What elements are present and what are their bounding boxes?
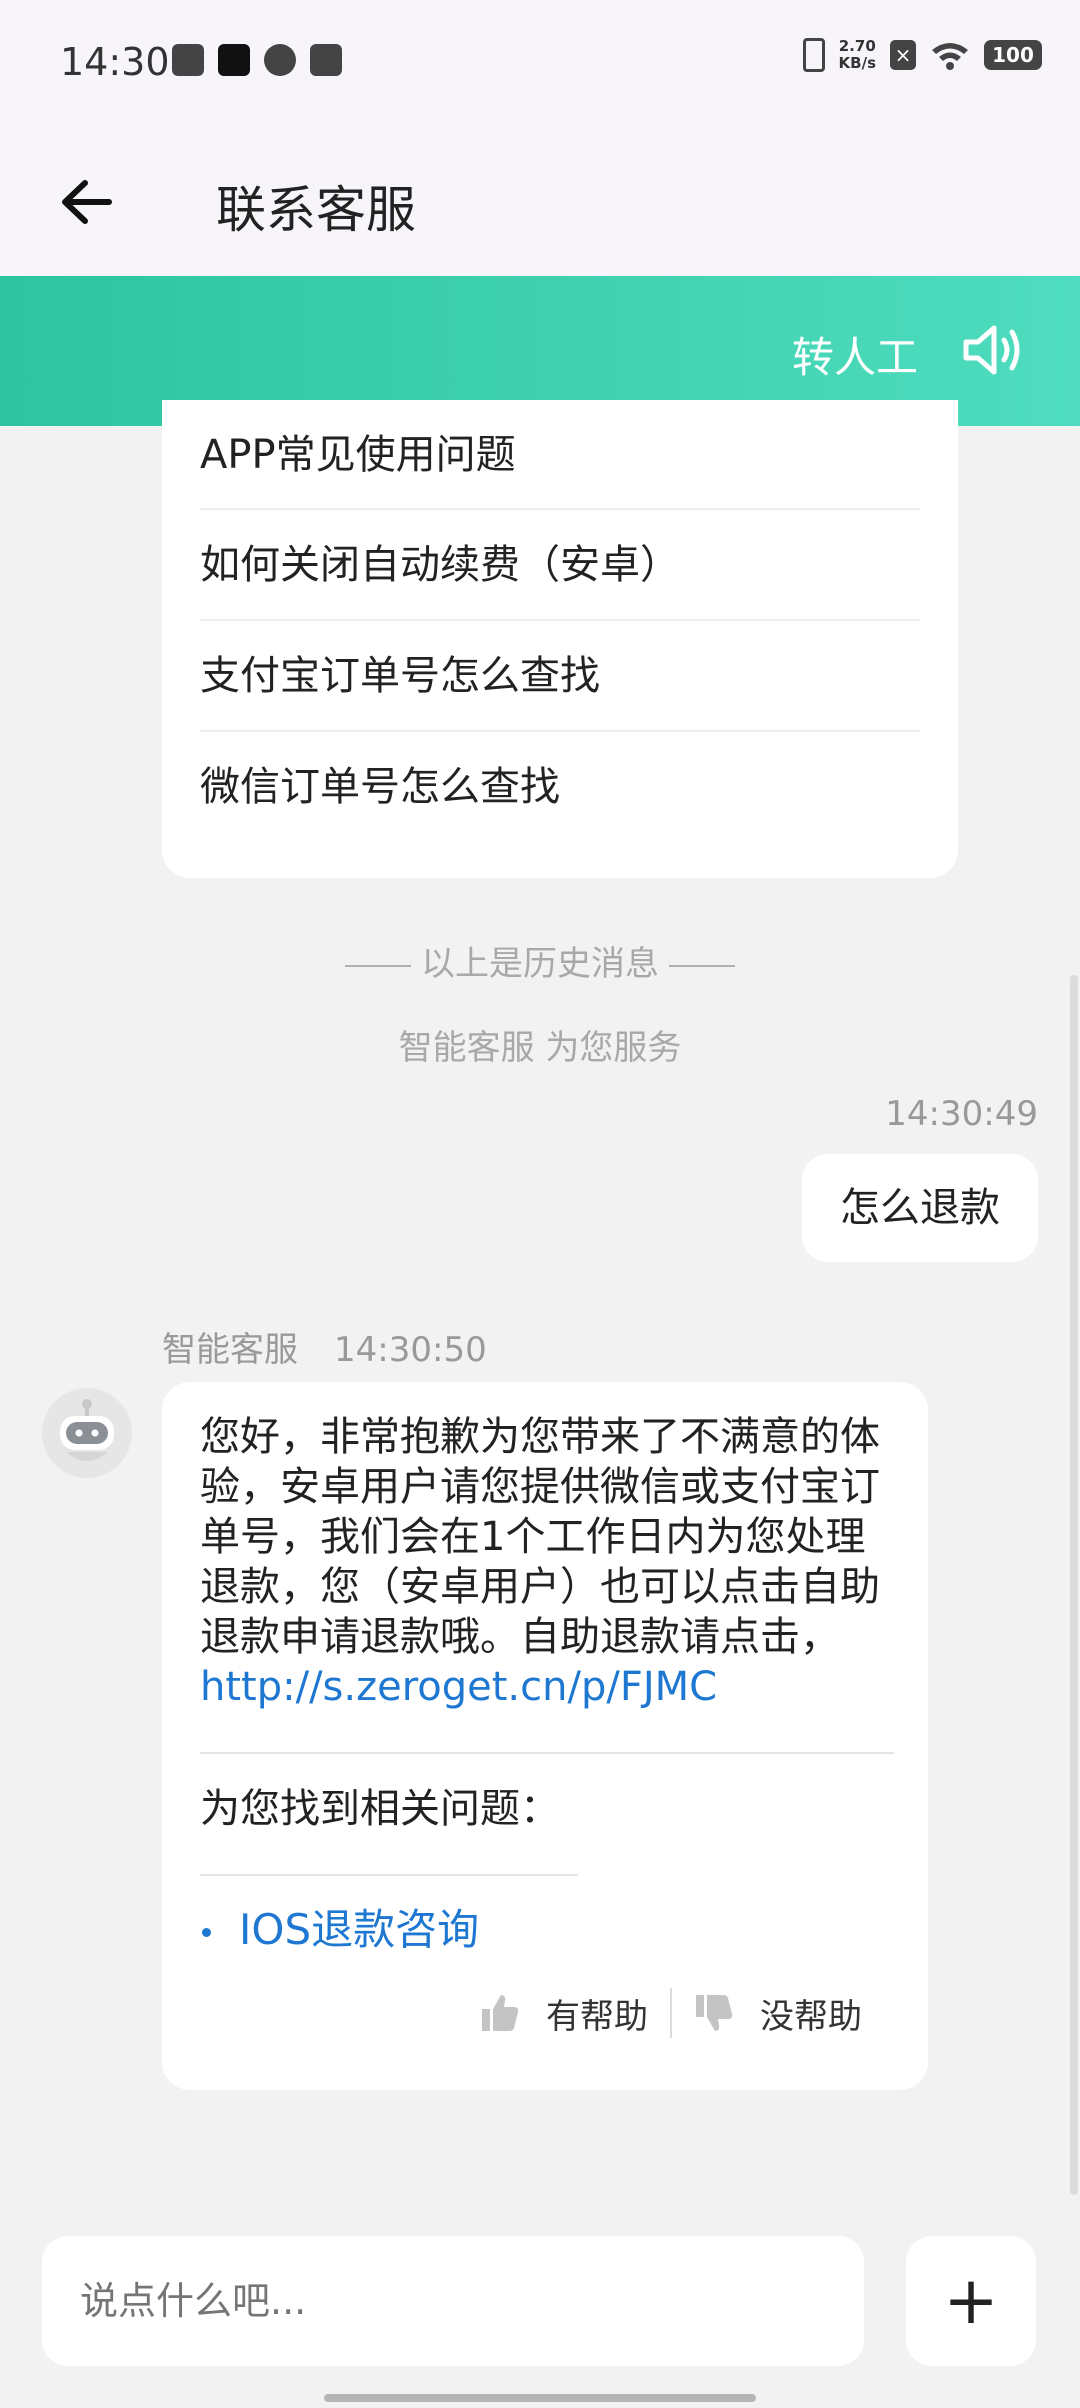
status-bar: 14:30 2.70 KB/s × 100 [0, 0, 1080, 130]
unhelpful-button[interactable]: 没帮助 [694, 1989, 862, 2038]
bot-message-time: 14:30:50 [334, 1330, 487, 1370]
bullet-icon [202, 1928, 211, 1937]
related-question-link[interactable]: IOS退款咨询 [200, 1904, 890, 1956]
net-speed: 2.70 KB/s [838, 37, 876, 72]
message-input[interactable] [42, 2236, 864, 2366]
robot-icon [60, 1399, 114, 1461]
arrow-left-icon [62, 180, 112, 224]
related-title: 为您找到相关问题： [200, 1786, 560, 1832]
bot-message-meta: 智能客服 14:30:50 [162, 1322, 487, 1371]
status-time: 14:30 [60, 40, 170, 84]
no-sim-icon: × [890, 40, 916, 70]
back-button[interactable] [48, 164, 124, 240]
feedback-divider [670, 1988, 672, 2038]
history-divider: 以上是历史消息 [0, 936, 1080, 985]
divider-line [669, 964, 735, 967]
system-icons: 2.70 KB/s × 100 [802, 37, 1042, 72]
transfer-to-human-button[interactable]: 转人工 [792, 324, 918, 385]
helpful-button[interactable]: 有帮助 [480, 1989, 648, 2038]
tiktok-icon [218, 44, 250, 76]
service-note: 智能客服 为您服务 [398, 1028, 682, 1068]
title-bar: 联系客服 [0, 130, 1080, 276]
bot-message-bubble: 您好，非常抱歉为您带来了不满意的体验，安卓用户请您提供微信或支付宝订单号，我们会… [162, 1382, 928, 2090]
mail-icon [310, 44, 342, 76]
faq-item[interactable]: 如何关闭自动续费（安卓） [200, 510, 920, 621]
clipboard-icon [172, 44, 204, 76]
bot-avatar [42, 1388, 132, 1478]
bot-message-text: 您好，非常抱歉为您带来了不满意的体验，安卓用户请您提供微信或支付宝订单号，我们会… [200, 1414, 880, 1710]
faq-item[interactable]: 微信订单号怎么查找 [200, 732, 920, 843]
bot-sender-name: 智能客服 [162, 1330, 298, 1370]
feedback-bar: 有帮助 没帮助 [480, 1988, 862, 2038]
wifi-icon [932, 43, 968, 70]
page-title: 联系客服 [216, 181, 416, 239]
home-indicator[interactable] [324, 2394, 756, 2402]
thumbs-up-icon [482, 1995, 519, 2031]
user-message-time: 14:30:49 [885, 1094, 1038, 1134]
battery-icon: 100 [984, 40, 1042, 70]
faq-card: APP常见使用问题 如何关闭自动续费（安卓） 支付宝订单号怎么查找 微信订单号怎… [162, 400, 958, 878]
divider-line [345, 964, 411, 967]
user-message-bubble: 怎么退款 [802, 1154, 1038, 1262]
add-button[interactable]: + [906, 2236, 1036, 2366]
vibrate-icon [802, 38, 825, 72]
divider [200, 1752, 894, 1754]
faq-item[interactable]: APP常见使用问题 [200, 420, 920, 510]
scrollbar[interactable] [1070, 975, 1078, 2195]
faq-item[interactable]: 支付宝订单号怎么查找 [200, 621, 920, 732]
thumbs-down-icon [696, 1995, 733, 2031]
speaker-icon[interactable] [960, 320, 1024, 380]
app-icon [264, 44, 296, 76]
notification-icons [172, 44, 342, 76]
divider [200, 1874, 578, 1876]
refund-link[interactable]: http://s.zeroget.cn/p/FJMC [200, 1664, 717, 1710]
